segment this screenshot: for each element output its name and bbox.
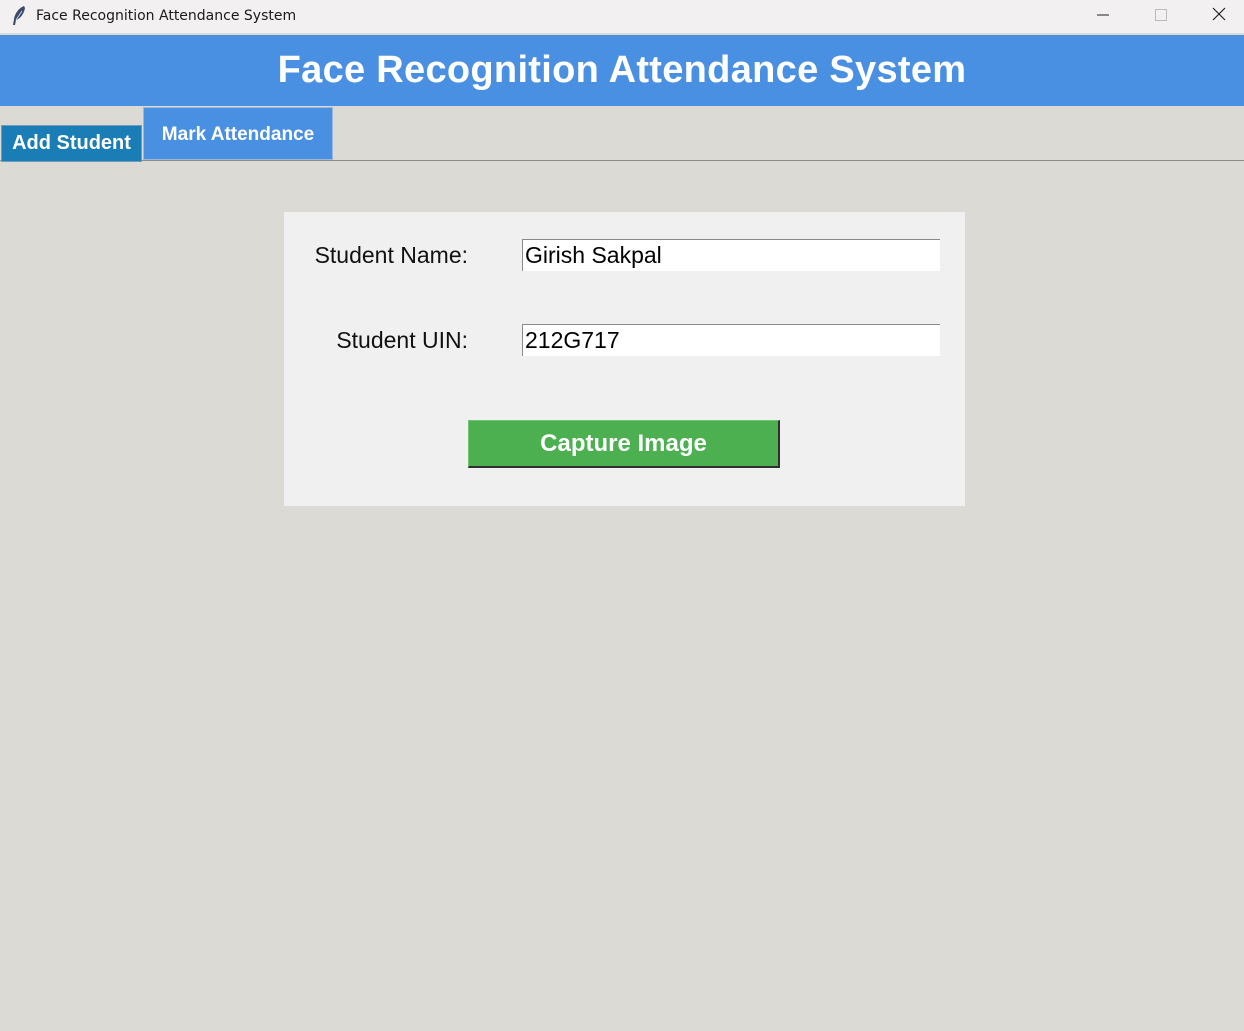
title-bar: Face Recognition Attendance System <box>0 0 1244 33</box>
minimize-button[interactable] <box>1074 0 1132 33</box>
minimize-icon <box>1097 8 1109 26</box>
header-banner: Face Recognition Attendance System <box>0 35 1244 106</box>
close-button[interactable] <box>1190 0 1244 33</box>
capture-image-button[interactable]: Capture Image <box>468 420 780 468</box>
maximize-icon <box>1155 8 1167 26</box>
tab-add-student[interactable]: Add Student <box>1 125 142 162</box>
close-icon <box>1212 7 1226 26</box>
tab-label: Add Student <box>12 132 131 154</box>
window-title: Face Recognition Attendance System <box>36 8 297 24</box>
tab-mark-attendance[interactable]: Mark Attendance <box>143 107 333 160</box>
page-title: Face Recognition Attendance System <box>277 49 967 91</box>
feather-icon <box>10 5 30 27</box>
student-name-label: Student Name: <box>314 242 468 268</box>
tab-divider <box>0 160 1244 161</box>
add-student-form: Student Name: Student UIN: Capture Image <box>284 212 965 506</box>
student-uin-input[interactable] <box>522 324 940 356</box>
tab-label: Mark Attendance <box>161 124 315 145</box>
app-window: Face Recognition Attendance System Face … <box>0 0 1244 1031</box>
maximize-button[interactable] <box>1132 0 1190 33</box>
student-name-input[interactable] <box>522 239 940 271</box>
student-uin-label: Student UIN: <box>336 327 468 353</box>
